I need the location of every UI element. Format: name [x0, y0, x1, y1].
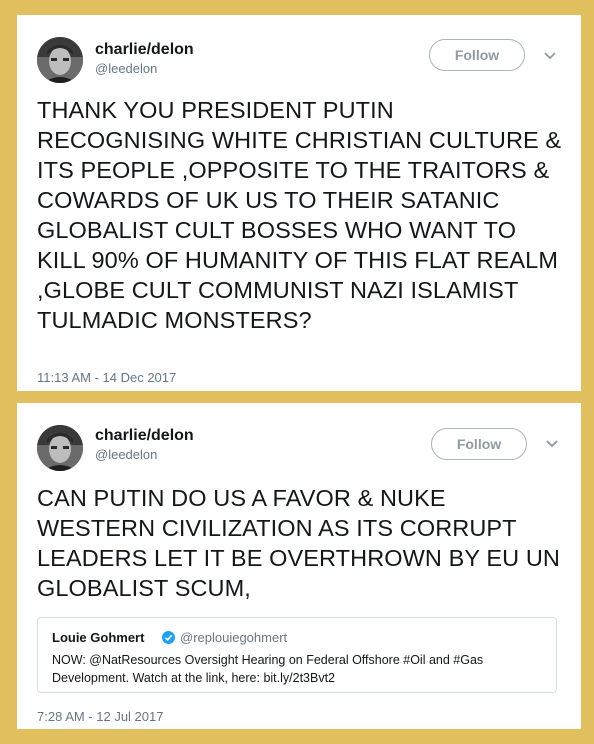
author-handle[interactable]: @leedelon — [95, 61, 157, 76]
quoted-tweet-text: NOW: @NatResources Oversight Hearing on … — [52, 653, 484, 685]
chevron-down-icon[interactable] — [545, 439, 559, 449]
chevron-down-icon[interactable] — [543, 51, 557, 61]
follow-button[interactable]: Follow — [431, 428, 527, 460]
verified-badge-icon — [162, 631, 175, 644]
tweet-timestamp[interactable]: 11:13 AM - 14 Dec 2017 — [37, 370, 176, 385]
author-name[interactable]: charlie/delon — [95, 427, 194, 445]
tweet-timestamp[interactable]: 7:28 AM - 12 Jul 2017 — [37, 709, 163, 724]
avatar[interactable] — [37, 37, 83, 83]
author-name[interactable]: charlie/delon — [95, 41, 194, 59]
avatar[interactable] — [37, 425, 83, 471]
quoted-author-handle: @replouiegohmert — [180, 630, 288, 645]
tweet-card: charlie/delon @leedelon Follow CAN PUTIN… — [17, 403, 581, 729]
quoted-author-name: Louie Gohmert — [52, 630, 145, 645]
tweet-text: THANK YOU PRESIDENT PUTIN RECOGNISING WH… — [37, 97, 562, 333]
tweet-card: charlie/delon @leedelon Follow THANK YOU… — [17, 15, 581, 391]
follow-button[interactable]: Follow — [429, 39, 525, 71]
tweet-text: CAN PUTIN DO US A FAVOR & NUKE WESTERN C… — [37, 485, 561, 601]
author-handle[interactable]: @leedelon — [95, 447, 157, 462]
quoted-tweet[interactable]: Louie Gohmert @replouiegohmert NOW: @Nat… — [37, 617, 557, 693]
